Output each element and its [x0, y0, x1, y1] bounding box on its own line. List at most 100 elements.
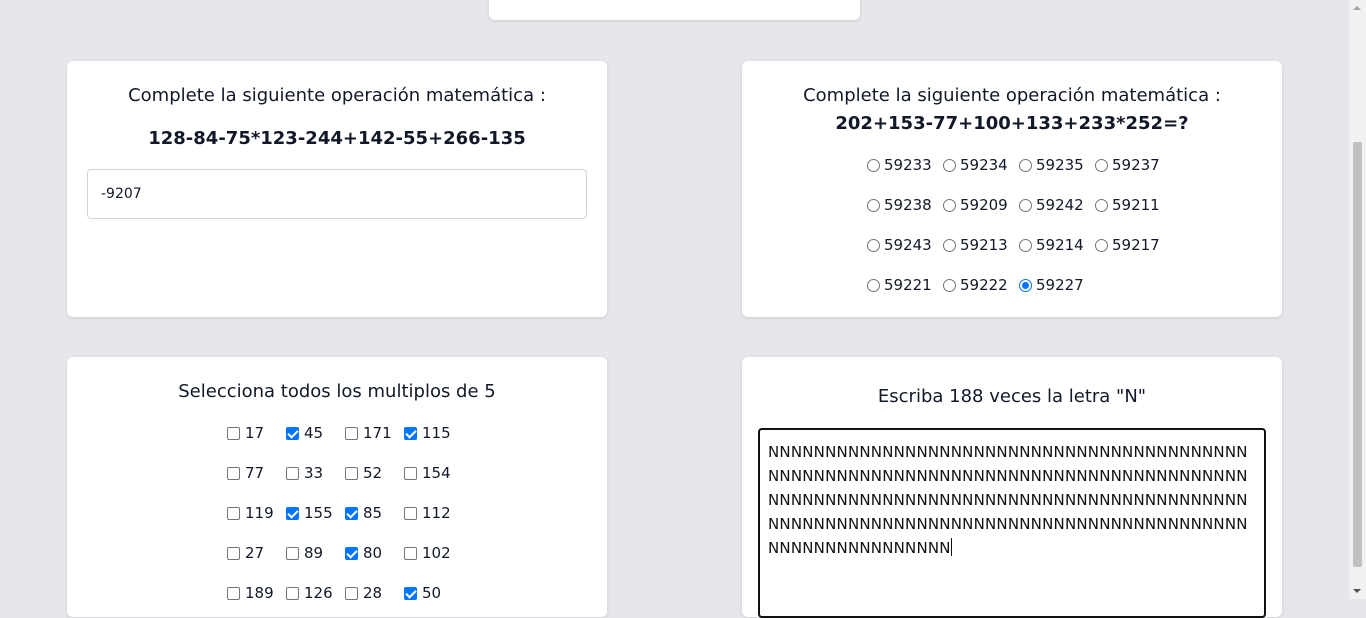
option-label: 45: [304, 424, 324, 442]
radio-option[interactable]: 59238: [867, 195, 943, 215]
math-input-card: Complete la siguiente operación matemáti…: [67, 61, 607, 317]
radio-option[interactable]: 59227: [1019, 275, 1095, 295]
radio-button[interactable]: [867, 238, 880, 252]
checkbox-option[interactable]: 112: [404, 503, 463, 523]
checkbox-option[interactable]: 171: [345, 423, 404, 443]
radio-option[interactable]: 59221: [867, 275, 943, 295]
checkbox-option[interactable]: 155: [286, 503, 345, 523]
checkbox[interactable]: [404, 546, 417, 560]
checkbox[interactable]: [286, 546, 299, 560]
option-label: 59221: [884, 276, 932, 294]
checkbox[interactable]: [286, 466, 299, 480]
checkbox-option[interactable]: 85: [345, 503, 404, 523]
option-label: 52: [363, 464, 383, 482]
option-label: 89: [304, 544, 324, 562]
scroll-down-arrow-icon[interactable]: [1353, 589, 1361, 593]
checkbox[interactable]: [227, 546, 240, 560]
radio-option[interactable]: 59214: [1019, 235, 1095, 255]
checkbox[interactable]: [345, 546, 358, 560]
radio-button[interactable]: [867, 278, 880, 292]
checkbox[interactable]: [286, 586, 299, 600]
option-label: 59233: [884, 156, 932, 174]
radio-button[interactable]: [1019, 238, 1032, 252]
option-label: 59238: [884, 196, 932, 214]
textarea-value: NNNNNNNNNNNNNNNNNNNNNNNNNNNNNNNNNNNNNNNN…: [768, 443, 1248, 557]
radio-button[interactable]: [867, 198, 880, 212]
checkbox[interactable]: [227, 506, 240, 520]
radio-button[interactable]: [943, 238, 956, 252]
radio-button[interactable]: [943, 278, 956, 292]
checkbox-option[interactable]: 50: [404, 583, 463, 603]
card-title: Escriba 188 veces la letra "N": [877, 386, 1147, 407]
radio-option[interactable]: 59217: [1095, 235, 1171, 255]
radio-button[interactable]: [1095, 198, 1108, 212]
letter-textarea[interactable]: NNNNNNNNNNNNNNNNNNNNNNNNNNNNNNNNNNNNNNNN…: [758, 428, 1266, 618]
radio-button[interactable]: [1095, 158, 1108, 172]
checkbox-option[interactable]: 126: [286, 583, 345, 603]
radio-option[interactable]: 59234: [943, 155, 1019, 175]
page-scrollbar[interactable]: [1349, 0, 1366, 599]
checkbox[interactable]: [227, 586, 240, 600]
option-label: 59209: [960, 196, 1008, 214]
radio-option[interactable]: 59209: [943, 195, 1019, 215]
checkbox-option[interactable]: 17: [227, 423, 286, 443]
radio-button[interactable]: [1019, 198, 1032, 212]
checkbox[interactable]: [345, 466, 358, 480]
checkbox-option[interactable]: 189: [227, 583, 286, 603]
checkbox[interactable]: [345, 426, 358, 440]
option-label: 59222: [960, 276, 1008, 294]
previous-card: [489, 0, 860, 20]
radio-button[interactable]: [943, 198, 956, 212]
checkbox[interactable]: [345, 586, 358, 600]
radio-button[interactable]: [867, 158, 880, 172]
option-label: 17: [245, 424, 265, 442]
checkbox-option[interactable]: 52: [345, 463, 404, 483]
checkbox-option[interactable]: 28: [345, 583, 404, 603]
option-label: 85: [363, 504, 383, 522]
radio-option[interactable]: 59237: [1095, 155, 1171, 175]
radio-button[interactable]: [1095, 238, 1108, 252]
checkbox-option[interactable]: 27: [227, 543, 286, 563]
option-label: 112: [422, 504, 451, 522]
option-label: 77: [245, 464, 265, 482]
checkbox-option[interactable]: 119: [227, 503, 286, 523]
option-label: 59235: [1036, 156, 1084, 174]
checkbox[interactable]: [404, 506, 417, 520]
checkbox-option[interactable]: 89: [286, 543, 345, 563]
checkbox-option[interactable]: 45: [286, 423, 345, 443]
radio-button[interactable]: [1019, 278, 1032, 292]
radio-option[interactable]: 59222: [943, 275, 1019, 295]
radio-option[interactable]: 59235: [1019, 155, 1095, 175]
radio-option[interactable]: 59211: [1095, 195, 1171, 215]
radio-button[interactable]: [943, 158, 956, 172]
checkbox[interactable]: [345, 506, 358, 520]
checkbox[interactable]: [227, 426, 240, 440]
checkbox[interactable]: [404, 426, 417, 440]
option-label: 59234: [960, 156, 1008, 174]
checkbox-option[interactable]: 154: [404, 463, 463, 483]
option-label: 119: [245, 504, 274, 522]
option-label: 59243: [884, 236, 932, 254]
checkbox-option[interactable]: 33: [286, 463, 345, 483]
scrollbar-thumb[interactable]: [1353, 142, 1362, 567]
checkbox[interactable]: [404, 586, 417, 600]
checkbox[interactable]: [227, 466, 240, 480]
radio-option[interactable]: 59213: [943, 235, 1019, 255]
radio-option[interactable]: 59243: [867, 235, 943, 255]
letter-repeat-card: Escriba 188 veces la letra "N" NNNNNNNNN…: [742, 357, 1282, 618]
checkbox-option[interactable]: 80: [345, 543, 404, 563]
text-caret: [950, 538, 952, 556]
checkbox-option[interactable]: 102: [404, 543, 463, 563]
checkbox[interactable]: [286, 426, 299, 440]
checkbox-option[interactable]: 115: [404, 423, 463, 443]
radio-button[interactable]: [1019, 158, 1032, 172]
answer-input[interactable]: [87, 169, 587, 219]
option-label: 59242: [1036, 196, 1084, 214]
scroll-up-arrow-icon[interactable]: [1353, 6, 1361, 10]
radio-option[interactable]: 59242: [1019, 195, 1095, 215]
checkbox[interactable]: [286, 506, 299, 520]
option-label: 50: [422, 584, 442, 602]
radio-option[interactable]: 59233: [867, 155, 943, 175]
checkbox[interactable]: [404, 466, 417, 480]
checkbox-option[interactable]: 77: [227, 463, 286, 483]
